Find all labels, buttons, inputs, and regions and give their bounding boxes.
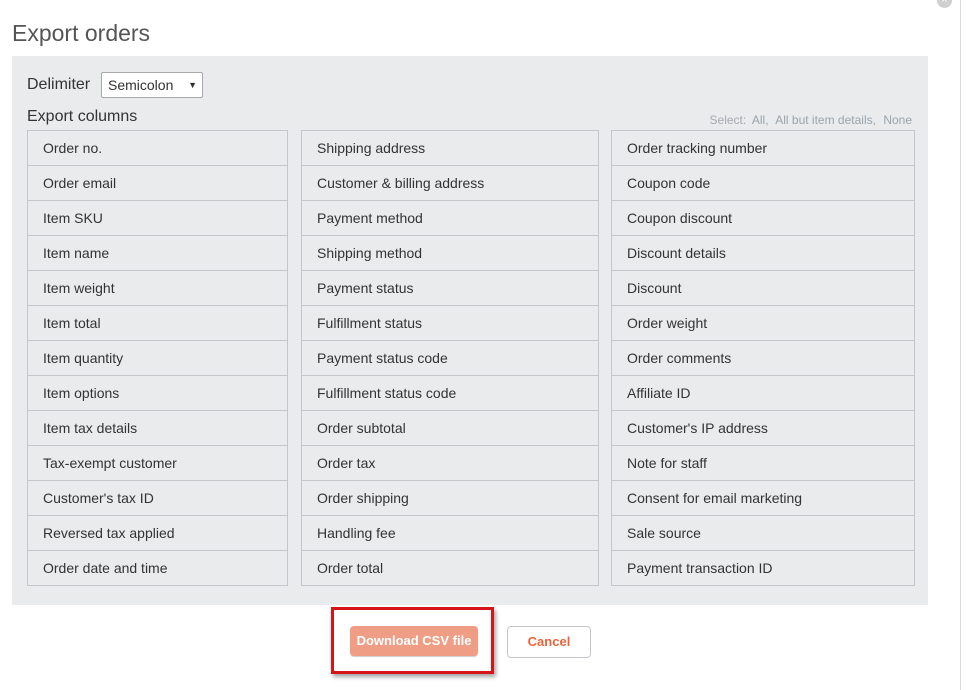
column-option[interactable]: Tax-exempt customer [28,445,287,480]
column-option[interactable]: Order comments [612,340,914,375]
column-option[interactable]: Handling fee [302,515,598,550]
column-option[interactable]: Consent for email marketing [612,480,914,515]
column-option[interactable]: Item SKU [28,200,287,235]
delimiter-select[interactable]: Semicolon ▼ [101,72,203,98]
column-option[interactable]: Reversed tax applied [28,515,287,550]
delimiter-selected-value: Semicolon [108,77,174,93]
export-settings-panel: Delimiter Semicolon ▼ Export columns Sel… [12,56,928,605]
column-option[interactable]: Shipping method [302,235,598,270]
export-columns-list-1: Order no. Order email Item SKU Item name… [27,130,288,586]
column-option[interactable]: Item tax details [28,410,287,445]
window-edge [960,0,961,690]
column-option[interactable]: Note for staff [612,445,914,480]
column-option[interactable]: Order tracking number [612,131,914,165]
column-option[interactable]: Customer's tax ID [28,480,287,515]
column-option[interactable]: Item weight [28,270,287,305]
column-option[interactable]: Order subtotal [302,410,598,445]
column-option[interactable]: Discount details [612,235,914,270]
column-option[interactable]: Affiliate ID [612,375,914,410]
page-title: Export orders [12,20,151,46]
column-option[interactable]: Customer's IP address [612,410,914,445]
column-option[interactable]: Order shipping [302,480,598,515]
export-columns-label: Export columns [27,108,138,125]
select-links: Select: All, All but item details, None [709,113,912,127]
column-option[interactable]: Order total [302,550,598,585]
column-option[interactable]: Order tax [302,445,598,480]
column-option[interactable]: Discount [612,270,914,305]
download-csv-button[interactable]: Download CSV file [350,626,478,656]
column-option[interactable]: Sale source [612,515,914,550]
column-option[interactable]: Fulfillment status [302,305,598,340]
column-option[interactable]: Item quantity [28,340,287,375]
select-label: Select: [709,113,747,127]
column-option[interactable]: Payment transaction ID [612,550,914,585]
column-option[interactable]: Payment method [302,200,598,235]
column-option[interactable]: Order email [28,165,287,200]
export-columns-list-2: Shipping address Customer & billing addr… [301,130,599,586]
column-option[interactable]: Customer & billing address [302,165,598,200]
chevron-down-icon: ▼ [188,80,197,90]
column-option[interactable]: Item options [28,375,287,410]
column-option[interactable]: Item name [28,235,287,270]
column-option[interactable]: Payment status [302,270,598,305]
select-all-but-item-details-link[interactable]: All but item details [775,113,872,127]
column-option[interactable]: Order no. [28,131,287,165]
select-none-link[interactable]: None [883,113,912,127]
column-option[interactable]: Payment status code [302,340,598,375]
select-all-link[interactable]: All [752,113,765,127]
delimiter-label: Delimiter [27,76,91,93]
column-option[interactable]: Shipping address [302,131,598,165]
cancel-button[interactable]: Cancel [507,626,591,658]
column-option[interactable]: Item total [28,305,287,340]
export-orders-dialog: × Export orders Delimiter Semicolon ▼ Ex… [0,0,967,690]
column-option[interactable]: Coupon discount [612,200,914,235]
column-option[interactable]: Order weight [612,305,914,340]
column-option[interactable]: Order date and time [28,550,287,585]
export-columns-list-3: Order tracking number Coupon code Coupon… [611,130,915,586]
column-option[interactable]: Coupon code [612,165,914,200]
column-option[interactable]: Fulfillment status code [302,375,598,410]
close-icon[interactable]: × [937,0,952,8]
